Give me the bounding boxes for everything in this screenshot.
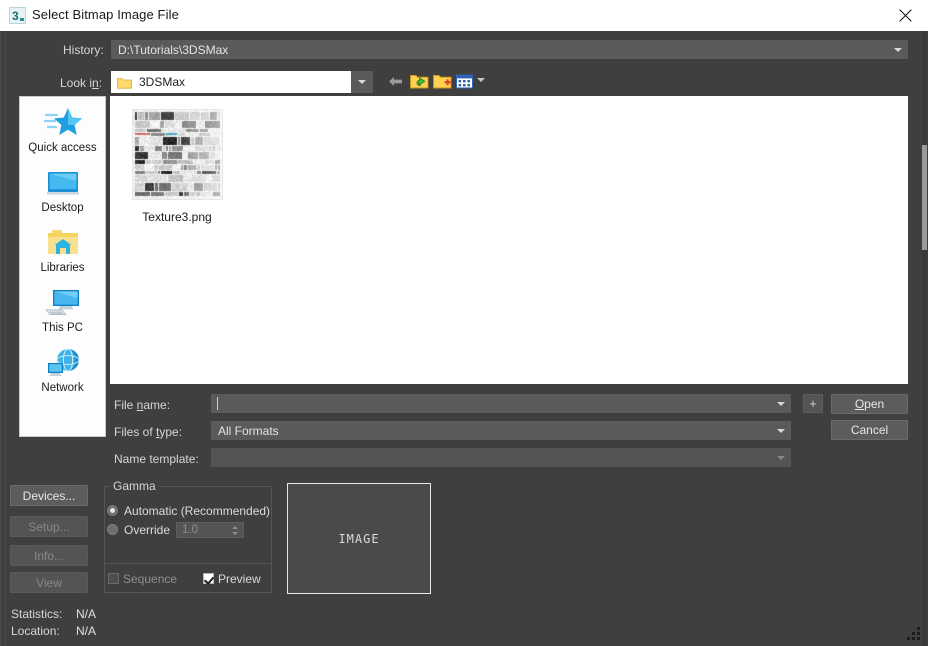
image-preview-placeholder: IMAGE — [338, 531, 380, 546]
window-title: Select Bitmap Image File — [32, 7, 179, 22]
gamma-override-value: 1.0 — [182, 524, 198, 536]
sidebar-item-network[interactable]: Network — [20, 345, 105, 403]
text-caret — [217, 397, 218, 410]
folder-icon — [117, 76, 132, 89]
window-edge-left-inner — [5, 31, 6, 646]
devices-button[interactable]: Devices... — [10, 485, 88, 506]
nametemplate-label: Name template: — [114, 452, 199, 466]
gamma-separator — [105, 563, 271, 564]
up-one-level-button[interactable] — [409, 72, 430, 92]
sidebar-item-quick-access[interactable]: Quick access — [20, 105, 105, 163]
location-label: Location: — [11, 624, 60, 638]
sidebar-item-this-pc[interactable]: This PC — [20, 285, 105, 343]
sidebar-item-label: This PC — [42, 322, 83, 334]
this-pc-icon — [20, 285, 105, 321]
chevron-down-icon[interactable] — [774, 397, 788, 411]
preview-checkbox[interactable] — [203, 573, 214, 584]
sidebar-item-label: Libraries — [40, 262, 85, 274]
sidebar-item-label: Desktop — [41, 202, 84, 214]
image-thumbnail — [131, 109, 223, 200]
dialog-window: 3 Select Bitmap Image File History: D:\T… — [0, 0, 928, 646]
back-button[interactable] — [386, 72, 407, 92]
title-bar: 3 Select Bitmap Image File — [0, 0, 928, 31]
filetype-value: All Formats — [218, 424, 279, 438]
quick-access-star-icon — [20, 105, 105, 141]
sidebar-item-libraries[interactable]: Libraries — [20, 225, 105, 283]
network-globe-icon — [20, 345, 105, 381]
sidebar-item-label: Quick access — [28, 142, 97, 154]
gamma-automatic-label: Automatic (Recommended) — [124, 504, 271, 518]
lookin-dropdown-button[interactable] — [351, 71, 373, 93]
nametemplate-combobox[interactable] — [211, 448, 791, 467]
history-combobox[interactable]: D:\Tutorials\3DSMax — [111, 40, 908, 59]
desktop-monitor-icon — [20, 165, 105, 201]
setup-button: Setup... — [10, 516, 88, 537]
outer-scrollbar-thumb[interactable] — [922, 145, 927, 250]
chevron-down-icon — [355, 75, 369, 89]
sidebar-item-label: Network — [41, 382, 84, 394]
preview-label: Preview — [218, 572, 261, 586]
views-button[interactable] — [455, 72, 476, 92]
gamma-override-label: Override — [124, 523, 171, 537]
open-button[interactable]: Open — [831, 394, 908, 414]
lookin-label: Look in: — [60, 76, 103, 90]
chevron-down-icon[interactable] — [477, 78, 485, 82]
close-icon[interactable] — [882, 0, 928, 31]
sidebar-item-desktop[interactable]: Desktop — [20, 165, 105, 223]
gamma-override-spinner[interactable]: 1.0 — [176, 522, 244, 538]
chevron-down-icon[interactable] — [891, 43, 905, 57]
filetype-label: Files of type: — [114, 425, 183, 439]
statistics-label: Statistics: — [11, 607, 63, 621]
file-name-label: Texture3.png — [142, 210, 212, 224]
sequence-checkbox — [108, 573, 119, 584]
filetype-combobox[interactable]: All Formats — [211, 421, 791, 440]
spinner-arrows-icon[interactable] — [231, 524, 240, 537]
svg-text:3: 3 — [12, 9, 19, 23]
cancel-button[interactable]: Cancel — [831, 420, 908, 440]
gamma-group-title: Gamma — [110, 479, 159, 493]
list-item[interactable]: Texture3.png — [121, 101, 233, 226]
filename-input[interactable] — [211, 394, 791, 413]
file-list[interactable]: Texture3.png — [110, 96, 908, 384]
lookin-combobox[interactable]: 3DSMax — [111, 71, 373, 93]
create-new-folder-button[interactable] — [432, 72, 453, 92]
gamma-override-radio[interactable] — [107, 524, 118, 535]
gamma-automatic-radio[interactable] — [107, 505, 118, 516]
view-button: View — [10, 572, 88, 593]
info-button: Info... — [10, 545, 88, 566]
resize-grip[interactable] — [905, 627, 921, 641]
statistics-value: N/A — [76, 607, 97, 621]
3dsmax-icon: 3 — [9, 7, 26, 24]
sequence-label: Sequence — [123, 572, 178, 586]
image-preview-box: IMAGE — [287, 483, 431, 594]
outer-scrollbar-track[interactable] — [922, 31, 927, 646]
chevron-down-icon[interactable] — [774, 451, 788, 465]
libraries-folder-icon — [20, 225, 105, 261]
history-value: D:\Tutorials\3DSMax — [118, 43, 229, 57]
add-path-button[interactable]: + — [803, 394, 823, 413]
chevron-down-icon[interactable] — [774, 424, 788, 438]
places-sidebar: Quick access Desktop Libraries This PC N… — [19, 96, 106, 437]
window-edge-left — [0, 31, 1, 646]
history-label: History: — [63, 43, 104, 57]
filename-label: File name: — [114, 398, 171, 412]
lookin-value: 3DSMax — [139, 75, 186, 89]
location-value: N/A — [76, 624, 97, 638]
